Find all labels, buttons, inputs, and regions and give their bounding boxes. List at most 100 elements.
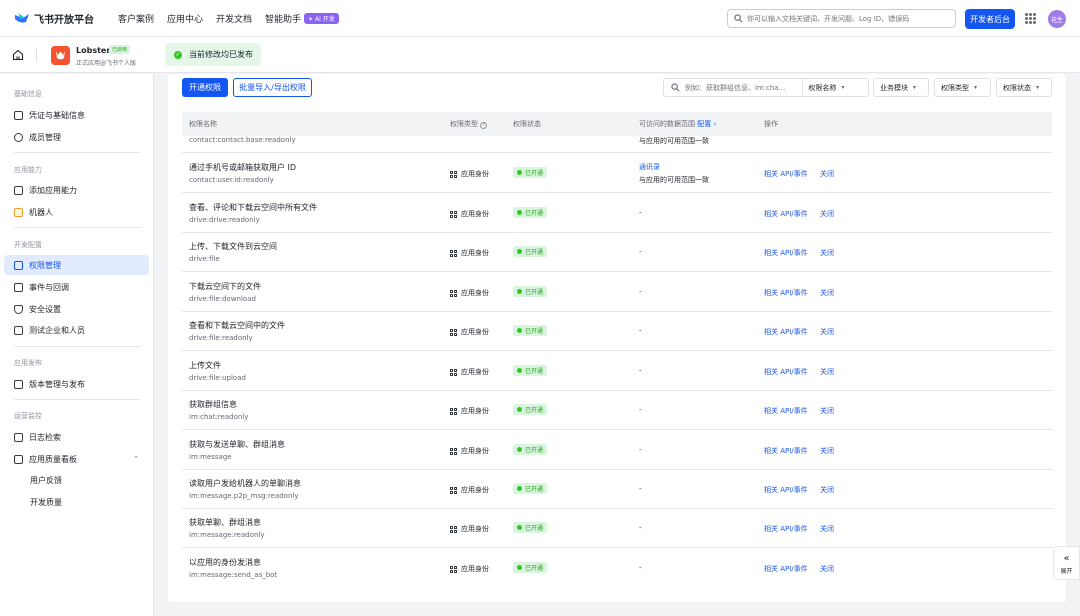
related-api-link[interactable]: 相关 API/事件 bbox=[764, 248, 808, 258]
sidebar-item-test-users[interactable]: 测试企业和人员 bbox=[4, 320, 149, 340]
sidebar-group-capability: 应用能力 bbox=[14, 166, 42, 174]
help-icon[interactable]: ? bbox=[480, 122, 488, 129]
permission-name: 查看和下载云空间中的文件 bbox=[189, 321, 285, 330]
contacts-link[interactable]: 通讯录 bbox=[639, 162, 660, 172]
status-dot-icon bbox=[517, 368, 522, 373]
close-permission-link[interactable]: 关闭 bbox=[820, 564, 834, 574]
chevron-down-icon: ▾ bbox=[974, 84, 978, 91]
check-circle-icon: ✓ bbox=[174, 50, 182, 59]
column-action: 操作 bbox=[764, 120, 778, 128]
status-label: 已开通 bbox=[525, 447, 544, 454]
apps-grid-icon[interactable] bbox=[1025, 13, 1036, 24]
status-label: 已开通 bbox=[525, 565, 544, 572]
nav-app-center[interactable]: 应用中心 bbox=[167, 12, 203, 25]
filter-label: 权限类型 bbox=[941, 83, 969, 92]
batch-import-export-button[interactable]: 批量导入/导出权限 bbox=[233, 78, 312, 97]
status-label: 已开通 bbox=[525, 289, 544, 296]
sidebar-item-logs[interactable]: 日志检索 bbox=[4, 427, 149, 447]
nav-cases[interactable]: 客户案例 bbox=[118, 12, 154, 25]
close-permission-link[interactable]: 关闭 bbox=[820, 248, 834, 258]
app-name: Lobster bbox=[76, 46, 111, 55]
sidebar-item-feedback[interactable]: 用户反馈 bbox=[4, 470, 149, 490]
related-api-link[interactable]: 相关 API/事件 bbox=[764, 288, 808, 298]
related-api-link[interactable]: 相关 API/事件 bbox=[764, 446, 808, 456]
permission-name: 上传、下载文件到云空间 bbox=[189, 242, 277, 251]
app-identity-icon bbox=[450, 328, 457, 336]
status-label: 已开通 bbox=[525, 249, 544, 256]
brand-logo[interactable]: 飞书开放平台 bbox=[14, 11, 118, 26]
table-header: 权限名称 权限类型 ? 权限状态 可访问的数据范围 配置 › 操作 bbox=[182, 112, 1052, 136]
sidebar-item-quality[interactable]: 应用质量看板 ⌃ bbox=[4, 449, 149, 469]
divider bbox=[14, 399, 140, 400]
sidebar-item-robot[interactable]: 机器人 bbox=[4, 202, 149, 222]
permission-name: 以应用的身份发消息 bbox=[189, 558, 261, 567]
app-identity-icon bbox=[450, 447, 457, 455]
close-permission-link[interactable]: 关闭 bbox=[820, 209, 834, 219]
filter-type[interactable]: 权限类型 ▾ bbox=[934, 78, 991, 97]
related-api-link[interactable]: 相关 API/事件 bbox=[764, 209, 808, 219]
search-field-select[interactable]: 权限名称 ▾ bbox=[802, 79, 868, 96]
developer-console-button[interactable]: 开发者后台 bbox=[965, 9, 1015, 29]
filter-status[interactable]: 权限状态 ▾ bbox=[996, 78, 1052, 97]
permission-icon bbox=[14, 260, 23, 270]
sidebar-item-events[interactable]: 事件与回调 bbox=[4, 277, 149, 297]
app-identity-icon bbox=[450, 289, 457, 297]
sidebar-item-security[interactable]: 安全设置 bbox=[4, 299, 149, 319]
related-api-link[interactable]: 相关 API/事件 bbox=[764, 406, 808, 416]
top-nav: 客户案例 应用中心 开发文档 智能助手 ✦ AI 开发 bbox=[118, 12, 339, 25]
related-api-link[interactable]: 相关 API/事件 bbox=[764, 367, 808, 377]
close-permission-link[interactable]: 关闭 bbox=[820, 169, 834, 179]
enable-permission-button[interactable]: 开通权限 bbox=[182, 78, 228, 97]
filter-module[interactable]: 业务模块 ▾ bbox=[873, 78, 929, 97]
chevron-down-icon: ▾ bbox=[841, 84, 845, 91]
permission-type: 应用身份 bbox=[450, 446, 489, 456]
permission-type: 应用身份 bbox=[450, 327, 489, 337]
config-link[interactable]: 配置 › bbox=[697, 120, 716, 128]
close-permission-link[interactable]: 关闭 bbox=[820, 367, 834, 377]
close-permission-link[interactable]: 关闭 bbox=[820, 524, 834, 534]
related-api-link[interactable]: 相关 API/事件 bbox=[764, 524, 808, 534]
related-api-link[interactable]: 相关 API/事件 bbox=[764, 485, 808, 495]
home-icon[interactable] bbox=[12, 49, 24, 61]
nav-docs[interactable]: 开发文档 bbox=[216, 12, 252, 25]
sidebar-item-label: 添加应用能力 bbox=[29, 185, 77, 195]
app-identity-icon bbox=[450, 170, 457, 178]
avatar[interactable]: 花生 bbox=[1048, 10, 1066, 28]
chevron-down-icon: ▾ bbox=[1036, 84, 1040, 91]
permission-scope: contact:user.id:readonly bbox=[189, 176, 274, 184]
global-search[interactable] bbox=[727, 9, 956, 28]
related-api-link[interactable]: 相关 API/事件 bbox=[764, 564, 808, 574]
close-permission-link[interactable]: 关闭 bbox=[820, 406, 834, 416]
app-subtitle: 正式应用@飞书个人版 bbox=[76, 60, 137, 67]
expand-panel-button[interactable]: « 展开 bbox=[1053, 546, 1080, 580]
status-badge: 已开通 bbox=[513, 483, 548, 494]
close-permission-link[interactable]: 关闭 bbox=[820, 327, 834, 337]
sidebar-item-members[interactable]: 成员管理 bbox=[4, 127, 149, 147]
app-header-bar bbox=[0, 37, 1080, 73]
app-identity-icon bbox=[450, 407, 457, 415]
related-api-link[interactable]: 相关 API/事件 bbox=[764, 169, 808, 179]
sidebar-item-add-capability[interactable]: 添加应用能力 bbox=[4, 180, 149, 200]
related-api-link[interactable]: 相关 API/事件 bbox=[764, 327, 808, 337]
status-badge: 已开通 bbox=[513, 522, 548, 533]
permission-type-label: 应用身份 bbox=[461, 368, 489, 376]
permission-scope: im:chat:readonly bbox=[189, 413, 249, 421]
permission-search[interactable]: 权限名称 ▾ bbox=[663, 78, 869, 97]
app-identity-icon bbox=[450, 486, 457, 494]
sidebar-item-credentials[interactable]: 凭证与基础信息 bbox=[4, 105, 149, 125]
app-identity-icon bbox=[450, 210, 457, 218]
global-search-input[interactable] bbox=[747, 14, 952, 23]
close-permission-link[interactable]: 关闭 bbox=[820, 446, 834, 456]
nav-assistant[interactable]: 智能助手 bbox=[265, 12, 301, 25]
sidebar-item-permissions[interactable]: 权限管理 bbox=[4, 255, 149, 275]
close-permission-link[interactable]: 关闭 bbox=[820, 288, 834, 298]
close-permission-link[interactable]: 关闭 bbox=[820, 485, 834, 495]
permission-name: 查看、评论和下载云空间中所有文件 bbox=[189, 203, 317, 212]
sidebar-group-dev-config: 开发配置 bbox=[14, 241, 42, 249]
sidebar-item-dev-quality[interactable]: 开发质量 bbox=[4, 492, 149, 512]
permission-search-input[interactable] bbox=[684, 83, 803, 92]
sidebar-item-release[interactable]: 版本管理与发布 bbox=[4, 374, 149, 394]
shield-icon bbox=[14, 304, 23, 314]
add-capability-icon bbox=[14, 185, 23, 195]
data-scope-text: - bbox=[639, 524, 642, 532]
